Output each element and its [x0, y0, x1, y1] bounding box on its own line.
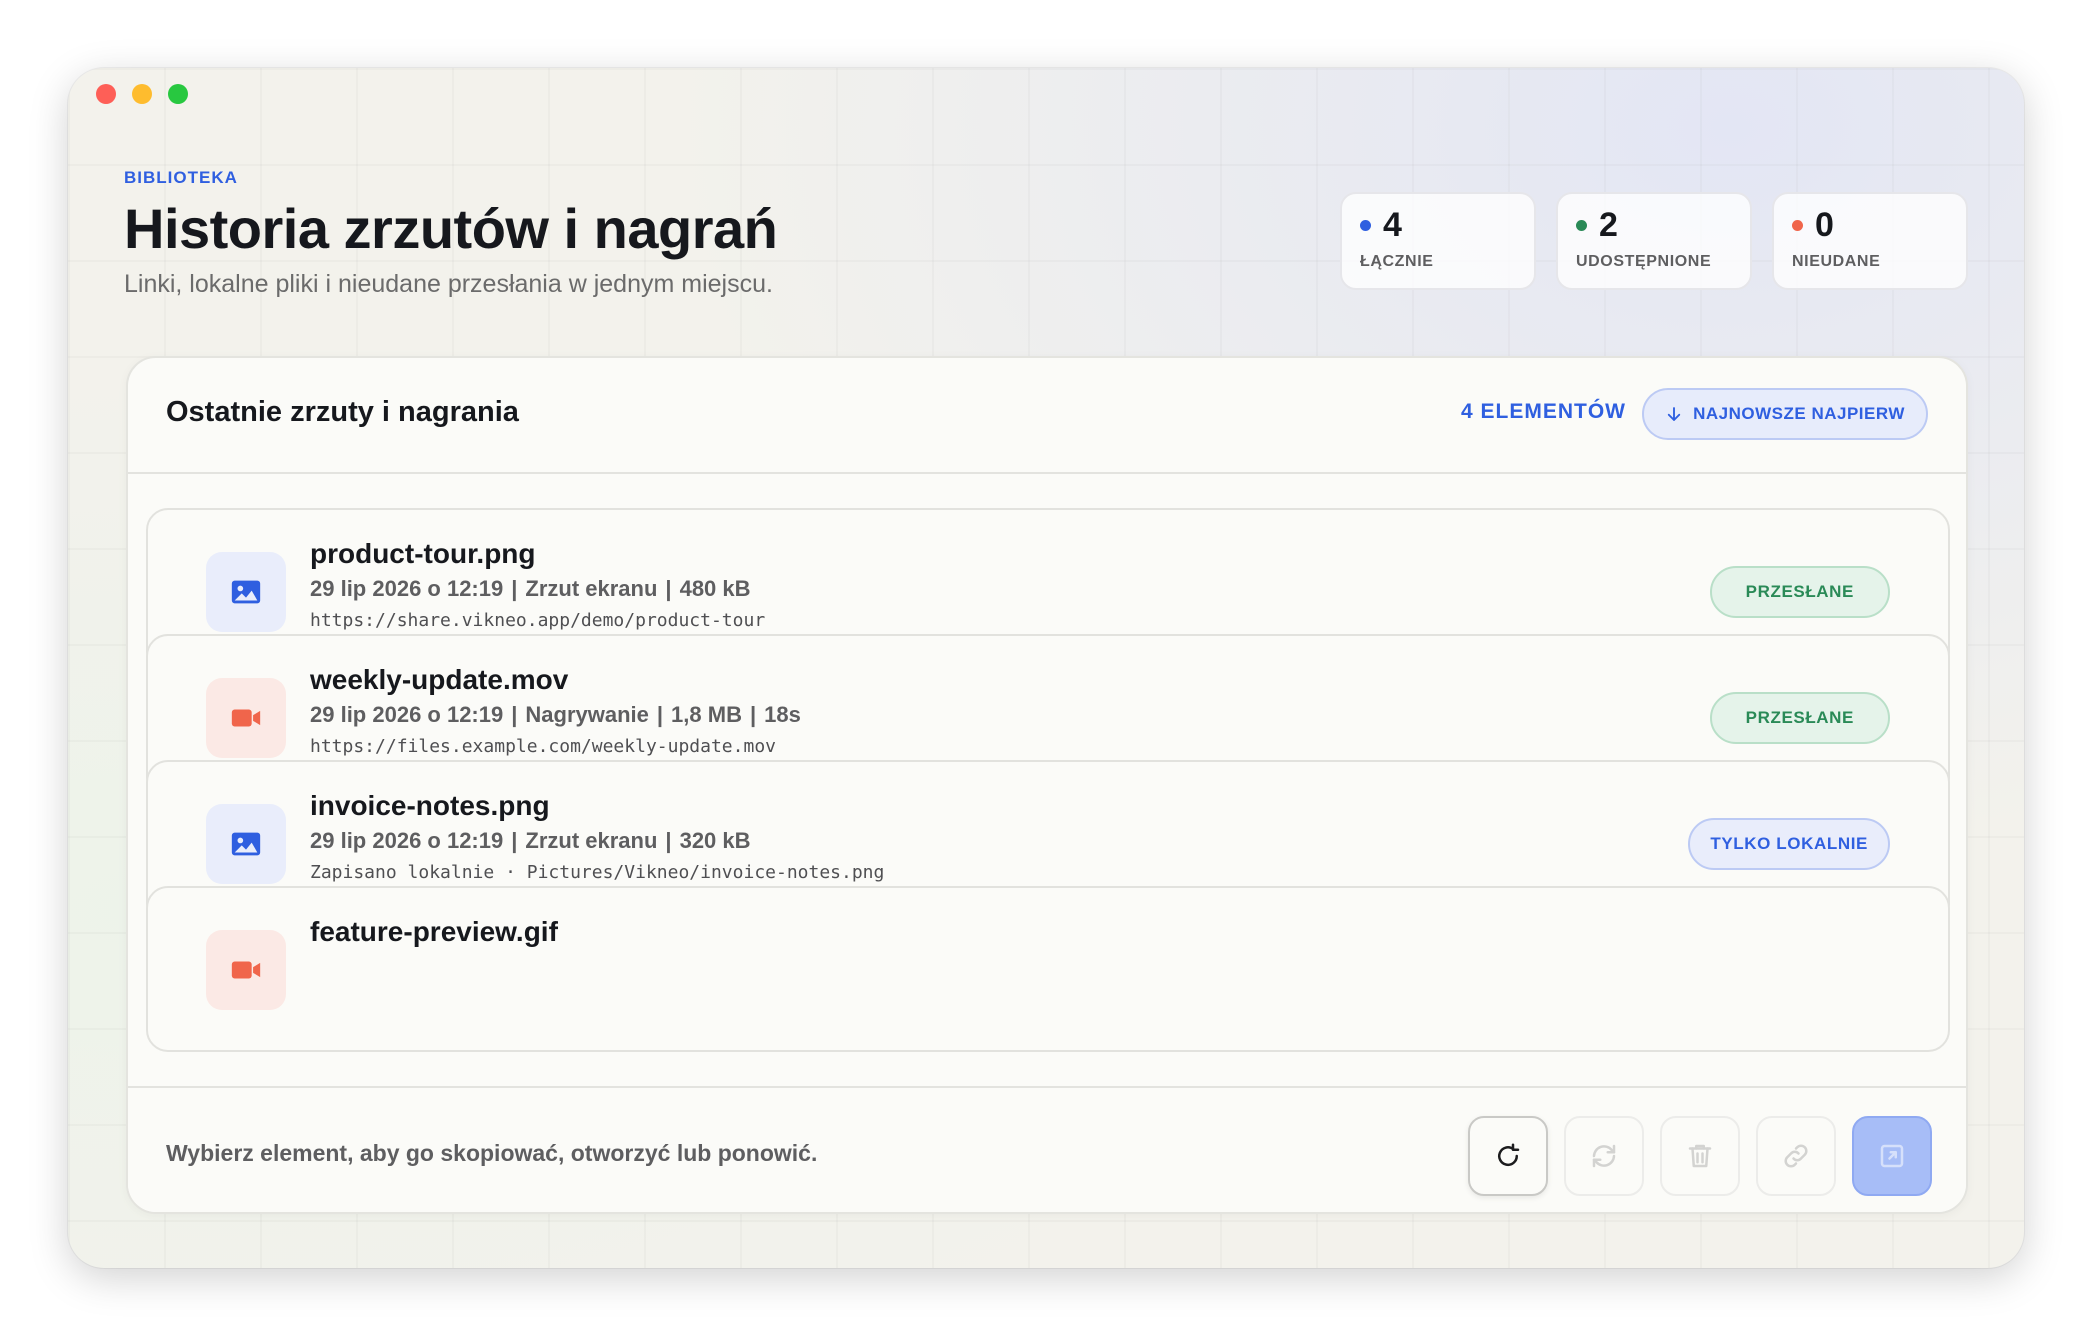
stats-row: 4 ŁĄCZNIE 2 UDOSTĘPNIONE 0 NIEUDANE: [1340, 192, 1968, 290]
stat-total-dot: [1360, 220, 1371, 231]
open-external-icon: [1880, 1144, 1904, 1168]
item-type: Zrzut ekranu: [525, 576, 658, 601]
image-icon: [231, 832, 261, 856]
stat-total-label: ŁĄCZNIE: [1360, 253, 1434, 270]
item-size: 1,8 MB: [671, 702, 742, 727]
item-meta: 29 lip 2026 o 12:19 | Zrzut ekranu | 320 kB: [310, 828, 751, 853]
sort-button[interactable]: NAJNOWSZE NAJPIERW: [1642, 388, 1928, 440]
video-camera-icon: [231, 709, 261, 727]
video-thumb: [206, 930, 286, 1010]
item-duration: 18s: [764, 702, 801, 727]
page-title: Historia zrzutów i nagrań: [124, 197, 778, 260]
video-camera-icon: [231, 961, 261, 979]
retry-button[interactable]: [1564, 1116, 1644, 1196]
refresh-button[interactable]: [1468, 1116, 1548, 1196]
window-controls: [96, 84, 188, 104]
panel-header: Ostatnie zrzuty i nagrania 4 ELEMENTÓW N…: [128, 358, 1966, 474]
copy-link-button[interactable]: [1756, 1116, 1836, 1196]
page-subtitle: Linki, lokalne pliki i nieudane przesłan…: [124, 270, 773, 298]
item-name: invoice-notes.png: [310, 790, 550, 821]
item-name: feature-preview.gif: [310, 916, 558, 947]
stat-failed-label: NIEUDANE: [1792, 253, 1881, 270]
stat-total: 4 ŁĄCZNIE: [1340, 192, 1536, 290]
item-size: 480 kB: [679, 576, 751, 601]
status-badge: PRZESŁANE: [1709, 692, 1890, 744]
image-icon: [231, 580, 261, 604]
stat-total-value: 4: [1383, 206, 1402, 244]
item-meta: 29 lip 2026 o 12:19 | Zrzut ekranu | 480 kB: [310, 576, 751, 601]
stat-shared: 2 UDOSTĘPNIONE: [1556, 192, 1752, 290]
item-date: 29 lip 2026 o 12:19: [310, 702, 504, 727]
link-icon: [1784, 1144, 1808, 1168]
panel-title: Ostatnie zrzuty i nagrania: [166, 396, 519, 428]
delete-button[interactable]: [1660, 1116, 1740, 1196]
image-thumb: [206, 552, 286, 632]
item-name: product-tour.png: [310, 538, 536, 569]
item-date: 29 lip 2026 o 12:19: [310, 576, 504, 601]
history-list[interactable]: product-tour.png 29 lip 2026 o 12:19 | Zrz…: [146, 508, 1950, 1074]
selection-hint: Wybierz element, aby go skopiować, otwor…: [166, 1140, 818, 1166]
stat-shared-dot: [1576, 220, 1587, 231]
sort-button-label: NAJNOWSZE NAJPIERW: [1693, 404, 1905, 423]
item-count: 4 ELEMENTÓW: [1460, 400, 1626, 423]
section-eyebrow: BIBLIOTEKA: [124, 168, 238, 187]
minimize-window-button[interactable]: [132, 84, 152, 104]
item-link[interactable]: https://share.vikneo.app/demo/product-to…: [310, 610, 765, 631]
trash-icon: [1688, 1144, 1712, 1168]
panel-footer: Wybierz element, aby go skopiować, otwor…: [128, 1086, 1966, 1212]
item-meta: 29 lip 2026 o 12:19 | Nagrywanie | 1,8 MB | 18…: [310, 702, 801, 727]
history-item[interactable]: feature-preview.gif: [146, 886, 1950, 1052]
open-button[interactable]: [1852, 1116, 1932, 1196]
item-size: 320 kB: [679, 828, 751, 853]
item-type: Zrzut ekranu: [525, 828, 658, 853]
item-date: 29 lip 2026 o 12:19: [310, 828, 504, 853]
stat-shared-label: UDOSTĘPNIONE: [1576, 253, 1712, 270]
app-window: BIBLIOTEKA Historia zrzutów i nagrań Lin…: [68, 68, 2024, 1268]
retry-icon: [1592, 1144, 1616, 1168]
stat-failed: 0 NIEUDANE: [1772, 192, 1968, 290]
history-panel: Ostatnie zrzuty i nagrania 4 ELEMENTÓW N…: [126, 356, 1968, 1214]
item-path: Zapisano lokalnie · Pictures/Vikneo/invo…: [310, 862, 885, 883]
status-badge: PRZESŁANE: [1709, 566, 1890, 618]
video-thumb: [206, 678, 286, 758]
arrow-down-icon: [1667, 407, 1681, 421]
item-name: weekly-update.mov: [310, 664, 569, 695]
image-thumb: [206, 804, 286, 884]
zoom-window-button[interactable]: [168, 84, 188, 104]
close-window-button[interactable]: [96, 84, 116, 104]
item-type: Nagrywanie: [525, 702, 649, 727]
item-link[interactable]: https://files.example.com/weekly-update.…: [310, 736, 776, 757]
stat-failed-value: 0: [1815, 206, 1834, 244]
stat-shared-value: 2: [1599, 206, 1618, 244]
toolbar: [1468, 1116, 1932, 1196]
status-badge: TYLKO LOKALNIE: [1688, 818, 1890, 870]
stat-failed-dot: [1792, 220, 1803, 231]
refresh-icon: [1498, 1143, 1520, 1167]
